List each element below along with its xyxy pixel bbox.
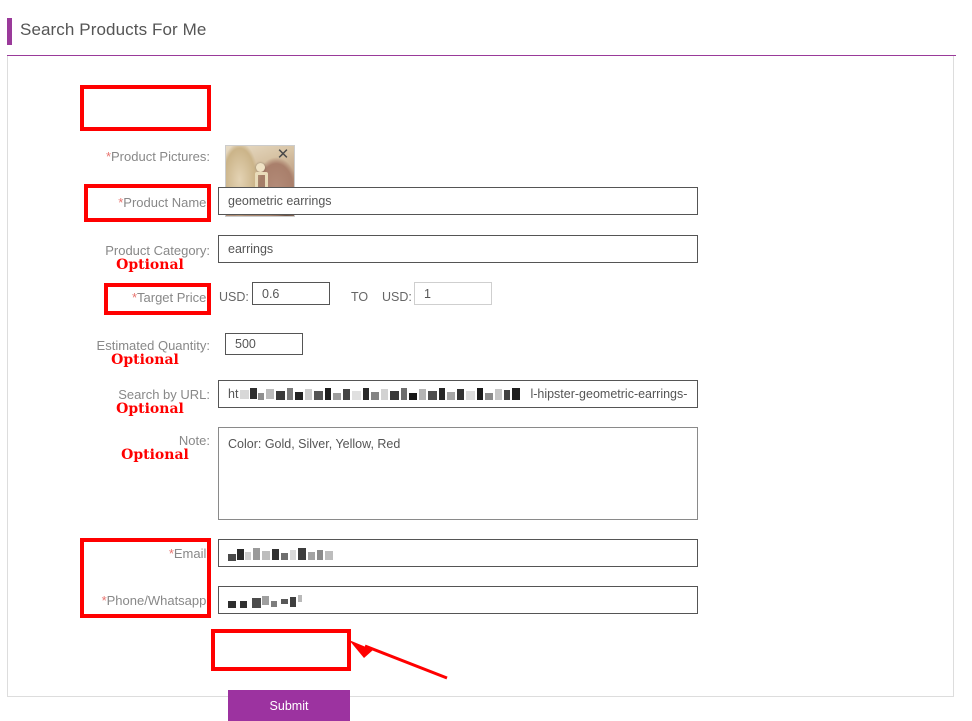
target-price-label-text: Target Price: (137, 290, 210, 305)
page-header: Search Products For Me (0, 0, 972, 56)
form-panel: *Product Pictures: ✕ *Product Name: Prod… (7, 56, 954, 721)
search-by-url-value-prefix: ht (228, 387, 239, 401)
redacted-email-text (228, 548, 348, 561)
product-category-label: Product Category: (105, 243, 210, 258)
search-by-url-label: Search by URL: (118, 387, 210, 402)
email-input[interactable] (218, 539, 698, 567)
phone-input[interactable] (218, 586, 698, 614)
redacted-url-text (238, 388, 530, 401)
redacted-phone-text (228, 595, 338, 608)
close-icon[interactable]: ✕ (276, 147, 290, 162)
note-optional-tag: Optional (121, 447, 189, 463)
product-category-optional-tag: Optional (116, 257, 184, 273)
target-price-from-currency: USD: (219, 290, 249, 304)
target-price-to-currency: USD: (382, 290, 412, 304)
product-name-label-text: Product Name: (123, 195, 210, 210)
search-by-url-value-suffix: l-hipster-geometric-earrings- (530, 387, 688, 401)
email-label-text: Email: (173, 546, 210, 561)
target-price-to-input[interactable] (414, 282, 492, 305)
email-label: *Email: (100, 546, 210, 561)
submit-button[interactable]: Submit (228, 690, 350, 721)
page-title: Search Products For Me (20, 20, 207, 39)
estimated-quantity-input[interactable] (225, 333, 303, 355)
note-textarea[interactable] (218, 427, 698, 520)
earring-stud-shape (255, 162, 265, 172)
product-name-input[interactable] (218, 187, 698, 215)
estimated-quantity-optional-tag: Optional (111, 352, 179, 368)
estimated-quantity-label: Estimated Quantity: (96, 338, 210, 353)
product-pictures-label-text: Product Pictures: (111, 149, 210, 164)
target-price-label: *Target Price: (118, 290, 210, 305)
target-price-from-input[interactable] (252, 282, 330, 305)
search-by-url-input[interactable]: ht l-hipster-geometric-earrings- (218, 380, 698, 408)
phone-label-text: Phone/Whatsapp: (106, 593, 210, 608)
phone-label: *Phone/Whatsapp: (80, 593, 210, 608)
header-accent-bar (7, 18, 12, 45)
target-price-separator: TO (351, 290, 369, 304)
product-pictures-label: *Product Pictures: (90, 149, 210, 164)
product-category-input[interactable] (218, 235, 698, 263)
search-by-url-optional-tag: Optional (116, 401, 184, 417)
note-label: Note: (178, 433, 210, 448)
product-name-label: *Product Name: (106, 195, 210, 210)
